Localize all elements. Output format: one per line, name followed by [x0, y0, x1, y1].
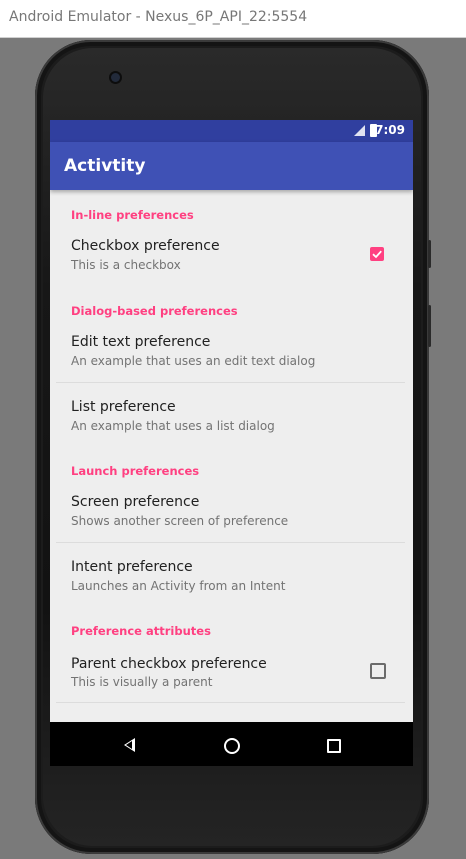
recents-icon[interactable]: [327, 739, 341, 753]
volume-button[interactable]: [428, 305, 431, 347]
intent-preference-summary: Launches an Activity from an Intent: [71, 579, 286, 593]
screen-preference-title: Screen preference: [71, 494, 200, 510]
checkbox-preference[interactable]: Checkbox preference This is a checkbox: [50, 226, 413, 290]
app-title: Activtity: [64, 156, 146, 176]
status-time: 7:09: [375, 123, 405, 137]
list-preference[interactable]: List preference An example that uses a l…: [50, 383, 413, 447]
screen-preference[interactable]: Screen preference Shows another screen o…: [50, 482, 413, 542]
category-inline: In-line preferences: [71, 208, 194, 222]
navigation-bar: [50, 722, 413, 766]
list-preference-summary: An example that uses a list dialog: [71, 419, 275, 433]
intent-preference[interactable]: Intent preference Launches an Activity f…: [50, 543, 413, 607]
parent-checkbox-preference[interactable]: Parent checkbox preference This is visua…: [50, 642, 413, 702]
power-button[interactable]: [428, 240, 431, 268]
divider: [56, 702, 405, 703]
home-icon[interactable]: [224, 738, 240, 754]
parent-checkbox-preference-summary: This is visually a parent: [71, 675, 213, 689]
checkbox-preference-title: Checkbox preference: [71, 238, 220, 254]
checkbox-preference-summary: This is a checkbox: [71, 258, 181, 272]
status-bar: 7:09: [50, 120, 413, 142]
edit-text-preference[interactable]: Edit text preference An example that use…: [50, 322, 413, 382]
category-attributes: Preference attributes: [71, 624, 211, 638]
category-launch: Launch preferences: [71, 464, 200, 478]
edit-text-preference-title: Edit text preference: [71, 334, 211, 350]
intent-preference-title: Intent preference: [71, 559, 193, 575]
edit-text-preference-summary: An example that uses an edit text dialog: [71, 354, 316, 368]
parent-checkbox-preference-title: Parent checkbox preference: [71, 656, 267, 672]
list-preference-title: List preference: [71, 399, 176, 415]
emulator-window-title: Android Emulator - Nexus_6P_API_22:5554: [9, 9, 308, 25]
category-dialog: Dialog-based preferences: [71, 304, 238, 318]
screen-preference-summary: Shows another screen of preference: [71, 514, 289, 528]
signal-icon: [354, 125, 365, 136]
checkbox-checked-icon[interactable]: [370, 247, 384, 261]
front-camera-icon: [111, 73, 120, 82]
app-bar: Activtity: [50, 142, 413, 190]
checkbox-unchecked-icon[interactable]: [370, 663, 386, 679]
back-icon[interactable]: [124, 738, 135, 752]
emulator-title-bar: Android Emulator - Nexus_6P_API_22:5554: [0, 0, 466, 38]
device-screen: 7:09 Activtity In-line preferences Check…: [50, 120, 413, 766]
